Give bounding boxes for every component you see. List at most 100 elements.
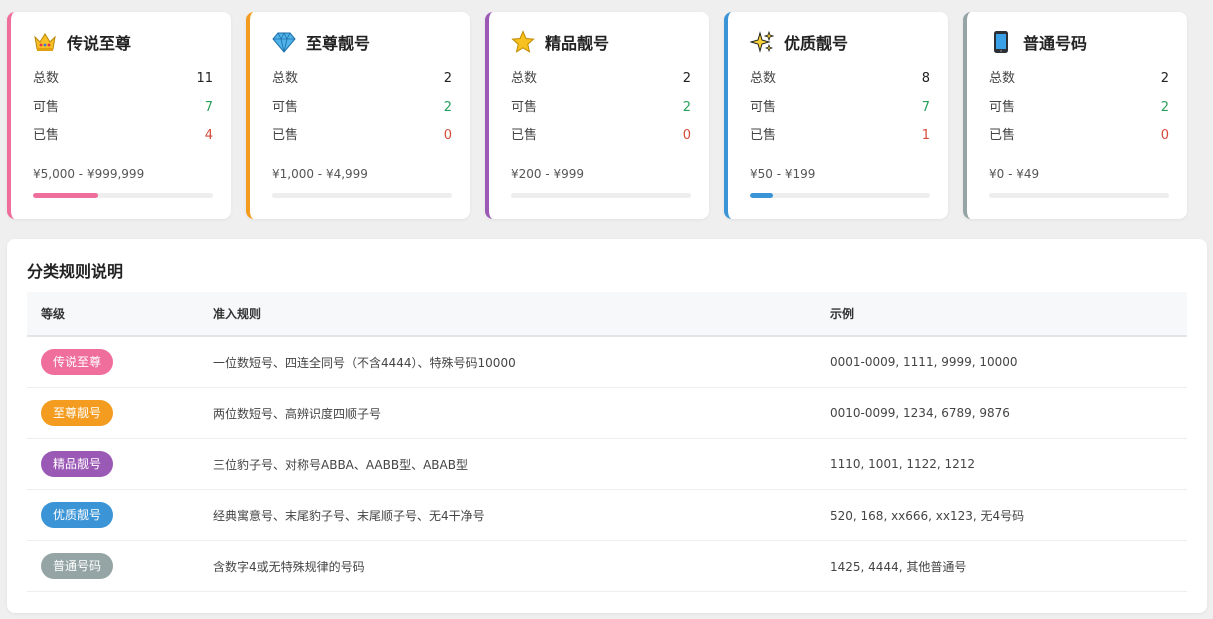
stat-sold: 已售 1: [750, 127, 930, 156]
panel-title: 分类规则说明: [27, 262, 124, 281]
card-supreme[interactable]: 至尊靓号 总数 2 可售 2 已售 0 ¥1,000 - ¥4,999: [246, 12, 470, 219]
stat-label: 已售: [989, 128, 1016, 143]
card-header: 精品靓号: [511, 30, 609, 54]
stat-label: 总数: [511, 71, 538, 86]
table-row: 传说至尊 一位数短号、四连全同号（不含4444）、特殊号码10000 0001-…: [27, 336, 1187, 388]
stat-value: 2: [443, 71, 452, 86]
rules-table: 等级 准入规则 示例 传说至尊 一位数短号、四连全同号（不含4444）、特殊号码…: [27, 292, 1187, 592]
level-tag: 传说至尊: [41, 349, 114, 375]
card-header: 优质靓号: [750, 30, 848, 54]
stat-value: 1: [921, 128, 930, 143]
price-range: ¥1,000 - ¥4,999: [272, 167, 368, 181]
stat-value: 2: [443, 99, 452, 115]
table-header-row: 等级 准入规则 示例: [27, 292, 1187, 337]
card-stats: 总数 8 可售 7 已售 1: [750, 70, 930, 156]
card-title: 传说至尊: [67, 34, 132, 53]
sold-progress-bar: [989, 193, 1169, 198]
rule-cell: 含数字4或无特殊规律的号码: [213, 540, 830, 592]
price-range: ¥50 - ¥199: [750, 167, 816, 181]
star-icon: [511, 30, 535, 54]
example-cell: 0001-0009, 1111, 9999, 10000: [830, 336, 1187, 388]
card-premium[interactable]: 精品靓号 总数 2 可售 2 已售 0 ¥200 - ¥999: [485, 12, 709, 219]
column-header-level: 等级: [27, 292, 213, 337]
phone-icon: [989, 30, 1013, 54]
stat-value: 0: [682, 128, 691, 143]
card-quality[interactable]: 优质靓号 总数 8 可售 7 已售 1 ¥50 - ¥199: [724, 12, 948, 219]
card-header: 普通号码: [989, 30, 1087, 54]
stat-value: 2: [682, 71, 691, 86]
stat-value: 7: [204, 99, 213, 115]
stat-sold: 已售 0: [272, 127, 452, 156]
sold-progress-fill: [33, 193, 98, 198]
sold-progress-bar: [33, 193, 213, 198]
stat-label: 可售: [750, 99, 777, 115]
rule-cell: 三位豹子号、对称号ABBA、AABB型、ABAB型: [213, 438, 830, 490]
diamond-icon: [272, 30, 296, 54]
card-title: 至尊靓号: [306, 34, 371, 53]
sparkles-icon: [750, 30, 774, 54]
price-range: ¥0 - ¥49: [989, 167, 1040, 181]
stat-label: 已售: [33, 128, 60, 143]
stat-label: 已售: [750, 128, 777, 143]
stat-value: 2: [1160, 99, 1169, 115]
stat-value: 4: [204, 128, 213, 143]
level-cell: 传说至尊: [27, 336, 213, 388]
stat-available: 可售 2: [511, 99, 691, 128]
stat-total: 总数 8: [750, 70, 930, 99]
card-title: 精品靓号: [545, 34, 610, 53]
rule-cell: 一位数短号、四连全同号（不含4444）、特殊号码10000: [213, 336, 830, 388]
price-range: ¥200 - ¥999: [511, 167, 585, 181]
card-title: 优质靓号: [784, 34, 849, 53]
stat-total: 总数 2: [272, 70, 452, 99]
sold-progress-bar: [511, 193, 691, 198]
card-title: 普通号码: [1023, 34, 1088, 53]
card-stats: 总数 2 可售 2 已售 0: [989, 70, 1169, 156]
level-cell: 至尊靓号: [27, 387, 213, 439]
stat-total: 总数 2: [511, 70, 691, 99]
example-cell: 0010-0099, 1234, 6789, 9876: [830, 387, 1187, 439]
sold-progress-fill: [750, 193, 773, 198]
stat-sold: 已售 0: [989, 127, 1169, 156]
sold-progress-bar: [750, 193, 930, 198]
stat-value: 2: [682, 99, 691, 115]
price-range: ¥5,000 - ¥999,999: [33, 167, 145, 181]
level-cell: 优质靓号: [27, 489, 213, 541]
stat-value: 0: [1160, 128, 1169, 143]
example-cell: 1110, 1001, 1122, 1212: [830, 438, 1187, 490]
card-stats: 总数 11 可售 7 已售 4: [33, 70, 213, 156]
table-row: 优质靓号 经典寓意号、末尾豹子号、末尾顺子号、无4干净号 520, 168, x…: [27, 489, 1187, 541]
column-header-example: 示例: [830, 292, 1187, 337]
stat-label: 可售: [511, 99, 538, 115]
card-header: 至尊靓号: [272, 30, 370, 54]
card-stats: 总数 2 可售 2 已售 0: [272, 70, 452, 156]
card-legend[interactable]: 传说至尊 总数 11 可售 7 已售 4 ¥5,000 - ¥999,999: [7, 12, 231, 219]
card-regular[interactable]: 普通号码 总数 2 可售 2 已售 0 ¥0 - ¥49: [963, 12, 1187, 219]
stat-value: 8: [921, 71, 930, 86]
stat-available: 可售 2: [272, 99, 452, 128]
category-cards: 传说至尊 总数 11 可售 7 已售 4 ¥5,000 - ¥999,999 至尊靓号…: [7, 12, 1187, 219]
example-cell: 1425, 4444, 其他普通号: [830, 540, 1187, 592]
stat-label: 已售: [511, 128, 538, 143]
rule-cell: 两位数短号、高辨识度四顺子号: [213, 387, 830, 439]
rule-cell: 经典寓意号、末尾豹子号、末尾顺子号、无4干净号: [213, 489, 830, 541]
stat-sold: 已售 0: [511, 127, 691, 156]
table-row: 精品靓号 三位豹子号、对称号ABBA、AABB型、ABAB型 1110, 100…: [27, 438, 1187, 490]
table-row: 普通号码 含数字4或无特殊规律的号码 1425, 4444, 其他普通号: [27, 540, 1187, 592]
stat-sold: 已售 4: [33, 127, 213, 156]
stat-available: 可售 2: [989, 99, 1169, 128]
crown-icon: [33, 30, 57, 54]
level-tag: 至尊靓号: [41, 400, 114, 426]
stat-total: 总数 2: [989, 70, 1169, 99]
rules-panel: 分类规则说明 等级 准入规则 示例 传说至尊 一位数短号、四连全同号（不含444…: [7, 239, 1207, 613]
level-cell: 普通号码: [27, 540, 213, 592]
stat-label: 总数: [33, 71, 60, 86]
stat-value: 7: [921, 99, 930, 115]
stat-label: 总数: [272, 71, 299, 86]
stat-label: 总数: [750, 71, 777, 86]
stat-total: 总数 11: [33, 70, 213, 99]
table-row: 至尊靓号 两位数短号、高辨识度四顺子号 0010-0099, 1234, 678…: [27, 387, 1187, 439]
stat-label: 总数: [989, 71, 1016, 86]
stat-value: 0: [443, 128, 452, 143]
stat-value: 11: [196, 71, 213, 86]
card-stats: 总数 2 可售 2 已售 0: [511, 70, 691, 156]
